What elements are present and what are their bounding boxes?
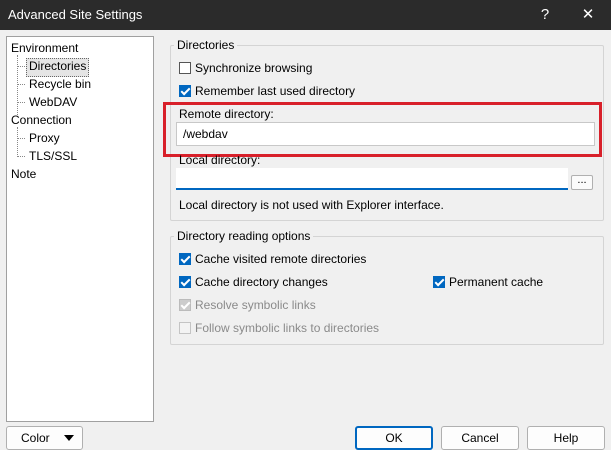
checkbox-unchecked-disabled-icon [179,322,191,334]
checkbox-unchecked-icon [179,62,191,74]
checkbox-checked-icon [433,276,445,288]
local-directory-input[interactable] [176,168,568,190]
tree-connector [17,102,25,103]
highlight-box [163,102,602,157]
follow-links-checkbox[interactable]: Follow symbolic links to directories [179,320,379,336]
tree-connector [17,156,25,157]
reading-options-group-label: Directory reading options [174,229,314,243]
color-button-label: Color [21,431,50,445]
tree-connector [17,84,25,85]
resolve-links-checkbox[interactable]: Resolve symbolic links [179,297,316,313]
tree-item-webdav[interactable]: WebDAV [29,94,77,111]
tree-item-recycle-bin[interactable]: Recycle bin [29,76,91,93]
resolve-links-label: Resolve symbolic links [195,298,316,312]
local-directory-label: Local directory: [179,153,261,167]
settings-tree[interactable]: Environment Directories Recycle bin WebD… [6,36,154,422]
tree-item-tls-ssl[interactable]: TLS/SSL [29,148,77,165]
local-directory-note: Local directory is not used with Explore… [179,198,444,212]
cache-changes-checkbox[interactable]: Cache directory changes [179,274,328,290]
tree-item-connection[interactable]: Connection [11,112,72,129]
tree-connector [17,127,18,157]
cache-changes-label: Cache directory changes [195,275,328,289]
title-bar: Advanced Site Settings ? ✕ [0,0,611,30]
color-dropdown-button[interactable]: Color [6,426,83,450]
cancel-button[interactable]: Cancel [441,426,519,450]
tree-connector [17,138,25,139]
tree-item-note[interactable]: Note [11,166,36,183]
tree-item-proxy[interactable]: Proxy [29,130,60,147]
sync-browsing-label: Synchronize browsing [195,61,313,75]
tree-connector [17,66,25,67]
directories-group-label: Directories [174,38,238,52]
ok-button[interactable]: OK [355,426,433,450]
checkbox-checked-icon [179,253,191,265]
checkbox-checked-disabled-icon [179,299,191,311]
tree-item-directories[interactable]: Directories [26,58,90,77]
help-button[interactable]: Help [527,426,605,450]
checkbox-checked-icon [179,85,191,97]
chevron-down-icon [63,435,74,441]
remember-last-label: Remember last used directory [195,84,356,98]
window-title: Advanced Site Settings [8,7,143,22]
follow-links-label: Follow symbolic links to directories [195,321,380,335]
permanent-cache-checkbox[interactable]: Permanent cache [433,274,543,290]
browse-button[interactable]: ... [571,175,593,190]
help-icon[interactable]: ? [525,0,565,30]
checkbox-checked-icon [179,276,191,288]
tree-connector [17,55,18,115]
close-icon[interactable]: ✕ [568,0,608,30]
cache-visited-checkbox[interactable]: Cache visited remote directories [179,251,366,267]
remember-last-checkbox[interactable]: Remember last used directory [179,83,355,99]
tree-item-environment[interactable]: Environment [11,40,78,57]
sync-browsing-checkbox[interactable]: Synchronize browsing [179,60,312,76]
cache-visited-label: Cache visited remote directories [195,252,367,266]
permanent-cache-label: Permanent cache [449,275,544,289]
